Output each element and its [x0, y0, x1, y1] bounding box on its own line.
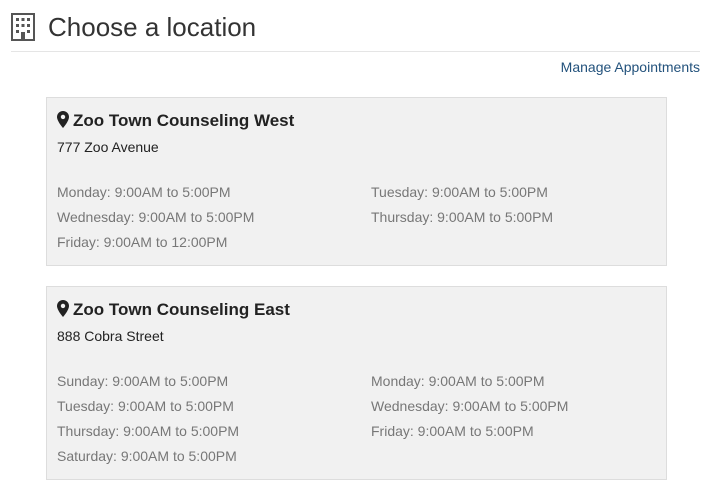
location-card[interactable]: Zoo Town Counseling East 888 Cobra Stree… — [46, 286, 667, 480]
location-name[interactable]: Zoo Town Counseling East — [57, 300, 290, 320]
hours-friday: Friday: 9:00AM to 5:00PM — [371, 423, 534, 439]
hours-wednesday: Wednesday: 9:00AM to 5:00PM — [57, 209, 255, 225]
location-name-label: Zoo Town Counseling East — [73, 300, 290, 319]
manage-appointments-link[interactable]: Manage Appointments — [561, 59, 700, 76]
hours-monday: Monday: 9:00AM to 5:00PM — [371, 373, 545, 389]
hours-tuesday: Tuesday: 9:00AM to 5:00PM — [371, 184, 548, 200]
building-icon — [11, 13, 35, 41]
location-address: 777 Zoo Avenue — [57, 139, 159, 155]
location-name-label: Zoo Town Counseling West — [73, 111, 295, 130]
page-header: Choose a location — [11, 10, 700, 52]
hours-thursday: Thursday: 9:00AM to 5:00PM — [371, 209, 554, 225]
location-address: 888 Cobra Street — [57, 328, 164, 344]
hours-tuesday: Tuesday: 9:00AM to 5:00PM — [57, 398, 234, 414]
hours-monday: Monday: 9:00AM to 5:00PM — [57, 184, 231, 200]
location-card[interactable]: Zoo Town Counseling West 777 Zoo Avenue … — [46, 97, 667, 266]
hours-sunday: Sunday: 9:00AM to 5:00PM — [57, 373, 229, 389]
page-title: Choose a location — [48, 12, 257, 42]
hours-thursday: Thursday: 9:00AM to 5:00PM — [57, 423, 240, 439]
hours-wednesday: Wednesday: 9:00AM to 5:00PM — [371, 398, 569, 414]
hours-friday: Friday: 9:00AM to 12:00PM — [57, 234, 228, 250]
map-pin-icon — [57, 300, 69, 317]
hours-saturday: Saturday: 9:00AM to 5:00PM — [57, 448, 237, 464]
map-pin-icon — [57, 111, 69, 128]
location-name[interactable]: Zoo Town Counseling West — [57, 111, 294, 131]
